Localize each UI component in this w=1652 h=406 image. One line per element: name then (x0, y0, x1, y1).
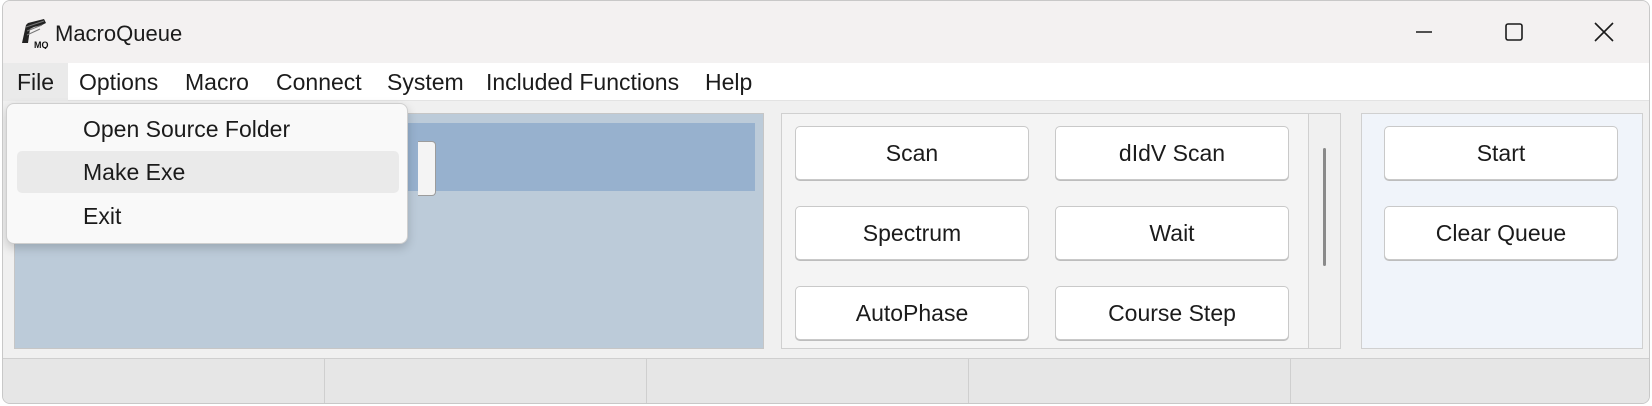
scan-button[interactable]: Scan (795, 126, 1029, 180)
app-window: MQ MacroQueue File Options Macro Connect… (2, 0, 1650, 404)
close-icon (1594, 22, 1614, 42)
start-button[interactable]: Start (1384, 126, 1618, 180)
menu-file[interactable]: File (3, 63, 69, 101)
autophase-button[interactable]: AutoPhase (795, 286, 1029, 340)
close-button[interactable] (1559, 1, 1649, 63)
status-field (969, 359, 1291, 403)
minimize-button[interactable] (1379, 1, 1469, 63)
menu-included-functions[interactable]: Included Functions (472, 63, 693, 101)
menu-connect[interactable]: Connect (262, 63, 376, 101)
minimize-icon (1416, 31, 1432, 33)
wait-button[interactable]: Wait (1055, 206, 1289, 260)
didv-scan-button[interactable]: dIdV Scan (1055, 126, 1289, 180)
maximize-icon (1505, 23, 1523, 41)
menu-options[interactable]: Options (65, 63, 172, 101)
macro-panel-scrollbar[interactable] (1309, 113, 1341, 349)
menu-open-source-folder[interactable]: Open Source Folder (17, 108, 399, 150)
svg-text:MQ: MQ (34, 40, 49, 49)
queue-item-control[interactable] (418, 141, 436, 196)
spectrum-button[interactable]: Spectrum (795, 206, 1029, 260)
course-step-button[interactable]: Course Step (1055, 286, 1289, 340)
clear-queue-button[interactable]: Clear Queue (1384, 206, 1618, 260)
menu-make-exe[interactable]: Make Exe (17, 151, 399, 193)
menu-macro[interactable]: Macro (171, 63, 263, 101)
status-field (647, 359, 969, 403)
queue-controls-panel: Start Clear Queue (1361, 113, 1643, 349)
status-field (325, 359, 647, 403)
macro-button-panel: Scan dIdV Scan Spectrum Wait AutoPhase C… (781, 113, 1309, 349)
window-title: MacroQueue (55, 21, 183, 46)
scrollbar-thumb[interactable] (1323, 148, 1326, 266)
status-bar (3, 358, 1649, 403)
menu-bar: File Options Macro Connect System Includ… (3, 63, 1649, 101)
menu-exit[interactable]: Exit (17, 195, 399, 237)
file-menu-dropdown: Open Source Folder Make Exe Exit (6, 103, 408, 244)
menu-system[interactable]: System (373, 63, 478, 101)
title-bar[interactable]: MQ MacroQueue (3, 1, 1649, 63)
mq-logo-icon: MQ (22, 19, 49, 49)
menu-help[interactable]: Help (691, 63, 766, 101)
maximize-button[interactable] (1469, 1, 1559, 63)
status-field (3, 359, 325, 403)
